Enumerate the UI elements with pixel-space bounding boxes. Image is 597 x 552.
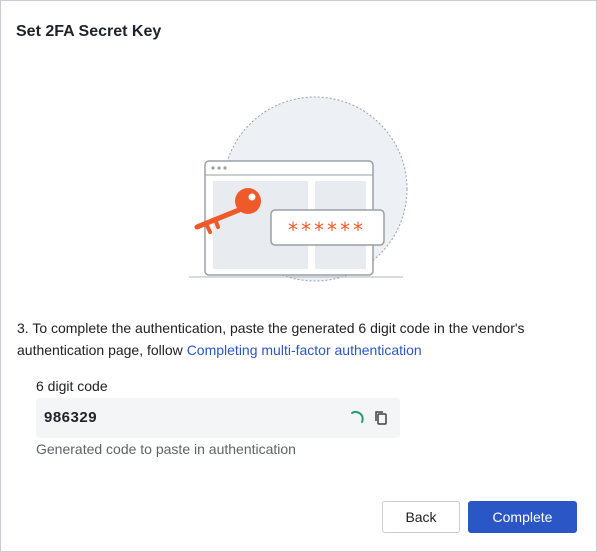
copy-icon[interactable] [372,409,390,427]
set-2fa-dialog: Set 2FA Secret Key ****** 3. To complete… [0,0,597,552]
complete-button[interactable]: Complete [468,501,577,533]
masked-code-text: ****** [288,218,366,242]
code-field: 986329 [36,398,400,438]
code-field-label: 6 digit code [36,378,108,394]
refresh-spinner-icon [351,410,364,423]
mfa-help-link[interactable]: Completing multi-factor authentication [187,342,422,358]
instruction-step-3: 3. To complete the authentication, paste… [17,317,577,361]
back-button[interactable]: Back [382,501,460,533]
code-helper-text: Generated code to paste in authenticatio… [36,441,296,457]
secret-key-illustration: ****** [189,96,408,282]
browser-dot [217,166,221,170]
browser-dot [211,166,215,170]
browser-dot [223,166,227,170]
code-value[interactable]: 986329 [44,409,97,426]
